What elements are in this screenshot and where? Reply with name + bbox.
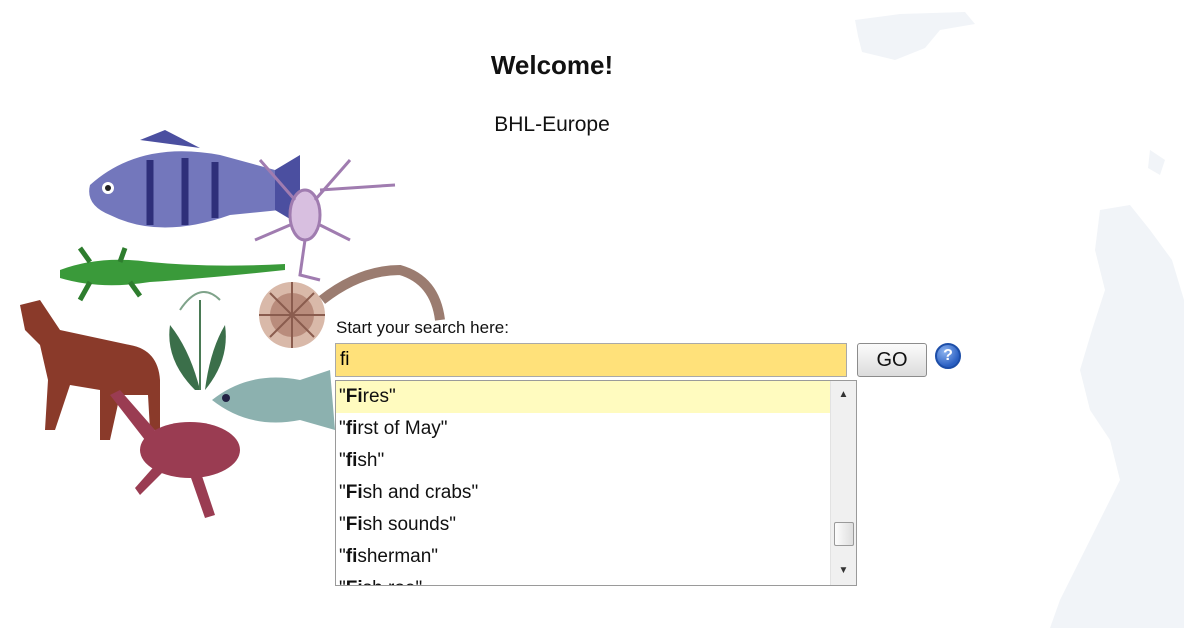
suggestion-item[interactable]: "Fish roe" bbox=[336, 573, 830, 585]
scrollbar-thumb[interactable] bbox=[834, 522, 854, 546]
suggestion-item[interactable]: "fish" bbox=[336, 445, 830, 477]
fish-teal-drawing bbox=[212, 370, 335, 430]
scroll-down-arrow-icon[interactable]: ▼ bbox=[831, 561, 856, 581]
dropdown-scrollbar[interactable]: ▲ ▼ bbox=[830, 381, 856, 585]
go-button[interactable]: GO bbox=[857, 343, 927, 377]
suggestion-item[interactable]: "first of May" bbox=[336, 413, 830, 445]
suggestion-list: "Fires" "first of May" "fish" "Fish and … bbox=[336, 381, 830, 585]
plant-drawing bbox=[169, 291, 226, 390]
autocomplete-dropdown: "Fires" "first of May" "fish" "Fish and … bbox=[335, 380, 857, 586]
suggestion-item[interactable]: "Fish sounds" bbox=[336, 509, 830, 541]
suggestion-item[interactable]: "Fires" bbox=[336, 381, 830, 413]
suggestion-item[interactable]: "Fish and crabs" bbox=[336, 477, 830, 509]
search-input[interactable] bbox=[335, 343, 847, 377]
crab-drawing bbox=[254, 159, 396, 282]
page-subtitle: BHL-Europe bbox=[494, 113, 610, 136]
help-icon[interactable]: ? bbox=[935, 343, 961, 369]
frog-drawing bbox=[110, 390, 240, 518]
suggestion-item[interactable]: "fisherman" bbox=[336, 541, 830, 573]
lizard-drawing bbox=[60, 246, 285, 302]
search-label: Start your search here: bbox=[336, 318, 509, 337]
scroll-up-arrow-icon[interactable]: ▲ bbox=[831, 385, 856, 405]
fish-drawing bbox=[89, 130, 300, 228]
page-title: Welcome! bbox=[490, 50, 614, 80]
